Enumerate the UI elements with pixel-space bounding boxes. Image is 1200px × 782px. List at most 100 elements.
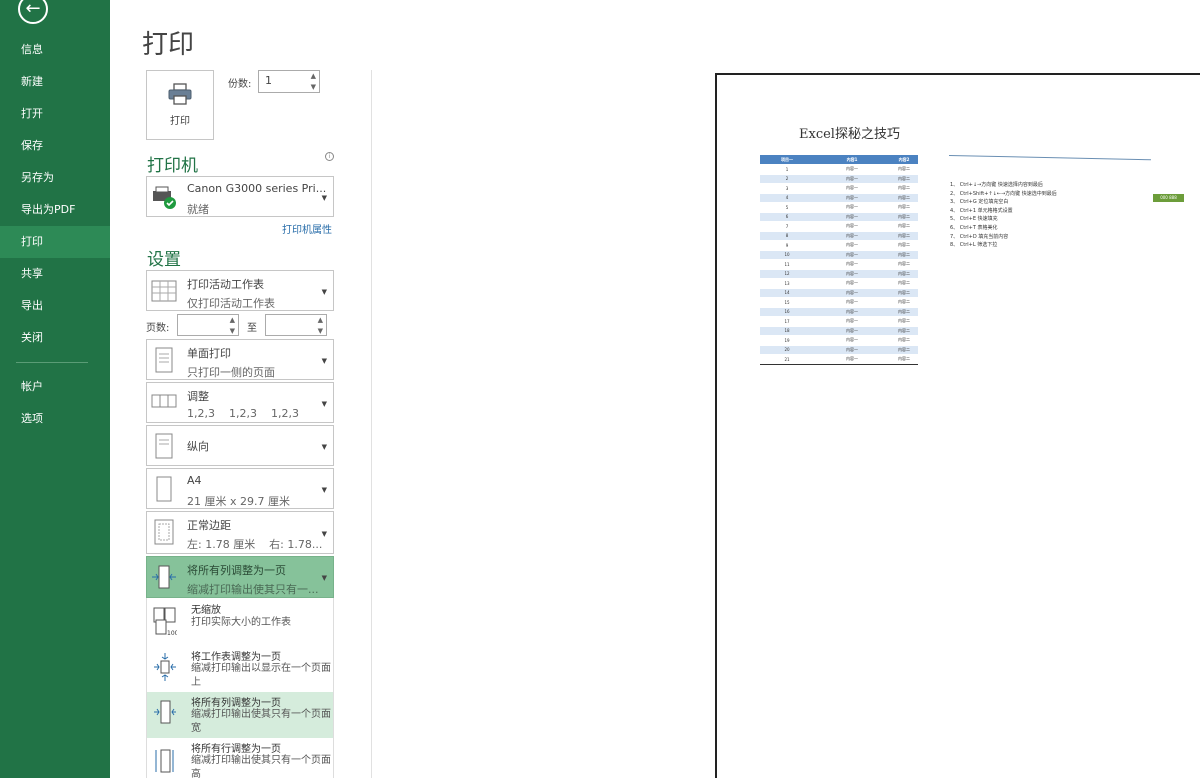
print-button-label: 打印 (170, 116, 190, 127)
list-item: 7、 Ctrl+D 填充当前内容 (950, 233, 1009, 240)
sides-select[interactable]: 单面打印 只打印一侧的页面 ▼ (146, 339, 334, 380)
pages-from-input[interactable]: ▲ ▼ (177, 314, 239, 336)
table-cell: 内容二 (890, 183, 918, 194)
stepper-arrows-icon[interactable]: ▲ ▼ (230, 315, 235, 337)
table-cell: 内容一 (814, 354, 890, 365)
print-scope-title: 打印活动工作表 (187, 278, 264, 291)
scaling-option-title: 将所有行调整为一页 (191, 744, 281, 755)
table-cell: 内容一 (814, 231, 890, 241)
nav-print[interactable]: 打印 (0, 226, 110, 258)
chevron-down-icon: ▼ (321, 356, 327, 365)
print-button[interactable]: 打印 (146, 70, 214, 140)
table-row: 5 内容一 内容二 (760, 202, 918, 213)
copies-stepper[interactable]: 1 ▲ ▼ (258, 70, 320, 93)
preview-line-shape (948, 155, 1151, 161)
scaling-option-fit-rows[interactable]: 将所有行调整为一页 缩减打印输出使其只有一个页面高 (147, 738, 333, 780)
preview-header-cell: 项目一 (760, 155, 814, 165)
list-item: 4、 Ctrl+1 单元格格式设置 (950, 207, 1013, 214)
table-cell: 13 (760, 278, 814, 289)
table-cell: 21 (760, 354, 814, 365)
margins-icon (154, 519, 174, 545)
fit-columns-icon (154, 700, 176, 724)
pages-to-input[interactable]: ▲ ▼ (265, 314, 327, 336)
printer-section-title: 打印机 (147, 156, 198, 176)
list-item: 5、 Ctrl+E 快速填充 (950, 216, 998, 223)
table-cell: 7 (760, 221, 814, 232)
table-cell: 内容二 (890, 212, 918, 222)
nav-open[interactable]: 打开 (0, 98, 110, 130)
print-scope-desc: 仅打印活动工作表 (187, 297, 275, 310)
table-cell: 内容二 (890, 164, 918, 175)
nav-share[interactable]: 共享 (0, 258, 110, 290)
scaling-option-fit-sheet[interactable]: 将工作表调整为一页 缩减打印输出以显示在一个页面上 (147, 644, 333, 692)
table-cell: 内容一 (814, 250, 890, 260)
table-cell: 内容一 (814, 174, 890, 184)
chevron-down-icon: ▼ (321, 193, 327, 202)
nav-info[interactable]: 信息 (0, 34, 110, 66)
table-cell: 9 (760, 240, 814, 251)
table-cell: 18 (760, 326, 814, 336)
pages-to-label: 至 (247, 323, 257, 334)
printer-select[interactable]: Canon G3000 series Pri... 就绪 ▼ (146, 176, 334, 217)
table-row: 14 内容一 内容二 (760, 288, 918, 298)
nav-close[interactable]: 关闭 (0, 322, 110, 354)
print-preview-page[interactable]: Excel探秘之技巧 项目一 内容1 内容2 1 内容一 内容二 2 内容一 内容二 3 内容… (715, 73, 1200, 778)
fit-rows-icon (155, 749, 174, 773)
collate-title: 调整 (187, 390, 209, 403)
orientation-select[interactable]: 纵向 ▼ (146, 425, 334, 466)
printer-properties-link[interactable]: 打印机属性 (282, 221, 332, 236)
table-row: 15 内容一 内容二 (760, 297, 918, 308)
info-icon[interactable]: i (325, 152, 334, 161)
table-cell: 内容一 (814, 307, 890, 317)
printer-ready-icon (153, 186, 176, 209)
table-cell: 内容一 (814, 326, 890, 336)
table-cell: 内容一 (814, 183, 890, 194)
margins-select[interactable]: 正常边距 左: 1.78 厘米 右: 1.78... ▼ (146, 511, 334, 554)
table-cell: 内容二 (890, 316, 918, 327)
table-row: 7 内容一 内容二 (760, 221, 918, 232)
copies-label: 份数: (228, 79, 252, 90)
nav-export-pdf[interactable]: 导出为PDF (0, 194, 110, 226)
table-cell: 内容二 (890, 297, 918, 308)
table-cell: 1 (760, 164, 814, 175)
table-cell: 内容二 (890, 174, 918, 184)
table-row: 13 内容一 内容二 (760, 278, 918, 289)
table-row: 19 内容一 内容二 (760, 335, 918, 346)
back-arrow-icon[interactable]: ← (18, 0, 48, 24)
table-cell: 内容二 (890, 259, 918, 270)
table-row: 11 内容一 内容二 (760, 259, 918, 270)
nav-new[interactable]: 新建 (0, 66, 110, 98)
nav-export[interactable]: 导出 (0, 290, 110, 322)
table-cell: 内容二 (890, 307, 918, 317)
backstage-sidebar: ← 信息 新建 打开 保存 另存为 导出为PDF 打印 共享 导出 关闭 帐户 … (0, 0, 110, 778)
scaling-option-desc: 缩减打印输出以显示在一个页面上 (191, 663, 331, 688)
nav-account[interactable]: 帐户 (0, 371, 110, 403)
stepper-arrows-icon[interactable]: ▲ ▼ (311, 71, 316, 93)
print-scope-select[interactable]: 打印活动工作表 仅打印活动工作表 ▼ (146, 270, 334, 311)
paper-desc: 21 厘米 x 29.7 厘米 (187, 495, 290, 508)
scaling-desc: 缩减打印输出使其只有一... (187, 583, 319, 596)
table-cell: 内容一 (814, 221, 890, 232)
table-cell: 内容一 (814, 316, 890, 327)
table-cell: 内容二 (890, 278, 918, 289)
nav-save[interactable]: 保存 (0, 130, 110, 162)
stepper-arrows-icon[interactable]: ▲ ▼ (318, 315, 323, 337)
scaling-option-fit-columns[interactable]: 将所有列调整为一页 缩减打印输出使其只有一个页面宽 (147, 692, 333, 738)
table-cell: 内容二 (890, 288, 918, 298)
paper-size-select[interactable]: A4 21 厘米 x 29.7 厘米 ▼ (146, 468, 334, 509)
table-row: 3 内容一 内容二 (760, 183, 918, 194)
scaling-option-no-scaling[interactable]: 100 无缩放 打印实际大小的工作表 (147, 598, 333, 642)
table-cell: 内容一 (814, 259, 890, 270)
preview-table: 项目一 内容1 内容2 1 内容一 内容二 2 内容一 内容二 3 内容一 内容二 4 内容一 内容二… (760, 155, 918, 365)
scaling-select[interactable]: 将所有列调整为一页 缩减打印输出使其只有一... ▼ (146, 556, 334, 598)
nav-save-as[interactable]: 另存为 (0, 162, 110, 194)
scaling-option-desc: 打印实际大小的工作表 (191, 617, 291, 628)
settings-section-title: 设置 (147, 250, 181, 270)
table-cell: 内容二 (890, 202, 918, 213)
table-cell: 内容二 (890, 231, 918, 241)
table-cell: 内容二 (890, 326, 918, 336)
collate-select[interactable]: 调整 1,2,3 1,2,3 1,2,3 ▼ (146, 382, 334, 423)
nav-options[interactable]: 选项 (0, 403, 110, 435)
table-cell: 内容一 (814, 297, 890, 308)
printer-status: 就绪 (187, 203, 209, 216)
